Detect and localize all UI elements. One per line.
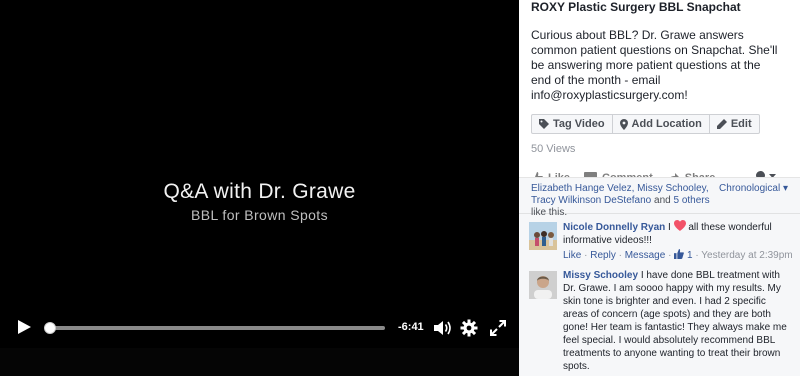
comment-timestamp[interactable]: Yesterday at 2:39pm — [701, 250, 792, 261]
tag-video-button[interactable]: Tag Video — [531, 114, 613, 134]
video-subtitle: BBL for Brown Spots — [190, 207, 329, 223]
time-remaining: -6:41 — [398, 321, 424, 333]
tag-icon — [539, 119, 549, 129]
comment-author[interactable]: Nicole Donnelly Ryan — [563, 222, 665, 233]
comment-reply-link[interactable]: Reply — [590, 250, 616, 261]
likes-summary: Elizabeth Hange Velez, Missy Schooley, T… — [519, 178, 800, 218]
fullscreen-icon[interactable] — [489, 319, 507, 337]
volume-icon[interactable] — [433, 319, 451, 337]
edit-label: Edit — [730, 118, 752, 130]
likes-others-link[interactable]: 5 others — [673, 195, 709, 206]
comment-item: Missy Schooley I have done BBL treatment… — [519, 269, 800, 373]
comment-like-link[interactable]: Like — [563, 250, 581, 261]
comment-author[interactable]: Missy Schooley — [563, 270, 638, 281]
post-panel: ROXY Plastic Surgery BBL Snapchat Curiou… — [519, 0, 800, 376]
comment-body: Nicole Donnelly Ryan I all these wonderf… — [563, 220, 790, 247]
view-count: 50 Views — [531, 143, 576, 155]
comment-like-count[interactable]: 1 — [687, 250, 693, 261]
post-button-group: Tag Video Add Location Edit — [531, 114, 788, 134]
comment-body: Missy Schooley I have done BBL treatment… — [563, 269, 790, 373]
progress-scrubber[interactable] — [44, 322, 56, 334]
avatar[interactable] — [529, 271, 557, 299]
location-pin-icon — [619, 118, 628, 130]
post-title[interactable]: ROXY Plastic Surgery BBL Snapchat — [531, 0, 788, 14]
video-controls: -6:41 — [0, 310, 519, 344]
comments-section: Elizabeth Hange Velez, Missy Schooley, T… — [519, 177, 800, 376]
heart-icon — [673, 220, 686, 231]
video-bottom-strip — [0, 348, 519, 376]
likes-and-text: and — [654, 195, 671, 206]
comment-text-start: I — [668, 222, 671, 233]
sort-dropdown[interactable]: Chronological ▾ — [719, 183, 788, 195]
sort-label: Chronological — [719, 183, 781, 194]
post-description: Curious about BBL? Dr. Grawe answers com… — [531, 28, 778, 102]
video-title: Q&A with Dr. Grawe — [163, 180, 356, 203]
comment-meta: Like · Reply · Message · 1 · Yesterday a… — [563, 249, 793, 261]
play-icon[interactable] — [16, 319, 32, 335]
chevron-down-icon: ▾ — [782, 183, 788, 194]
add-location-label: Add Location — [631, 118, 702, 130]
thumbs-up-icon — [674, 249, 685, 259]
comment-item: Nicole Donnelly Ryan I all these wonderf… — [519, 220, 800, 262]
avatar[interactable] — [529, 222, 557, 250]
comment-text: I have done BBL treatment with Dr. Grawe… — [563, 270, 787, 372]
pencil-icon — [716, 119, 727, 129]
progress-track[interactable] — [47, 326, 385, 330]
edit-button[interactable]: Edit — [709, 114, 760, 134]
comment-message-link[interactable]: Message — [625, 250, 666, 261]
settings-gear-icon[interactable] — [460, 319, 478, 337]
add-location-button[interactable]: Add Location — [612, 114, 710, 134]
video-player[interactable]: Q&A with Dr. Grawe BBL for Brown Spots -… — [0, 0, 519, 376]
likes-suffix: like this. — [531, 207, 568, 218]
tag-video-label: Tag Video — [553, 118, 605, 130]
